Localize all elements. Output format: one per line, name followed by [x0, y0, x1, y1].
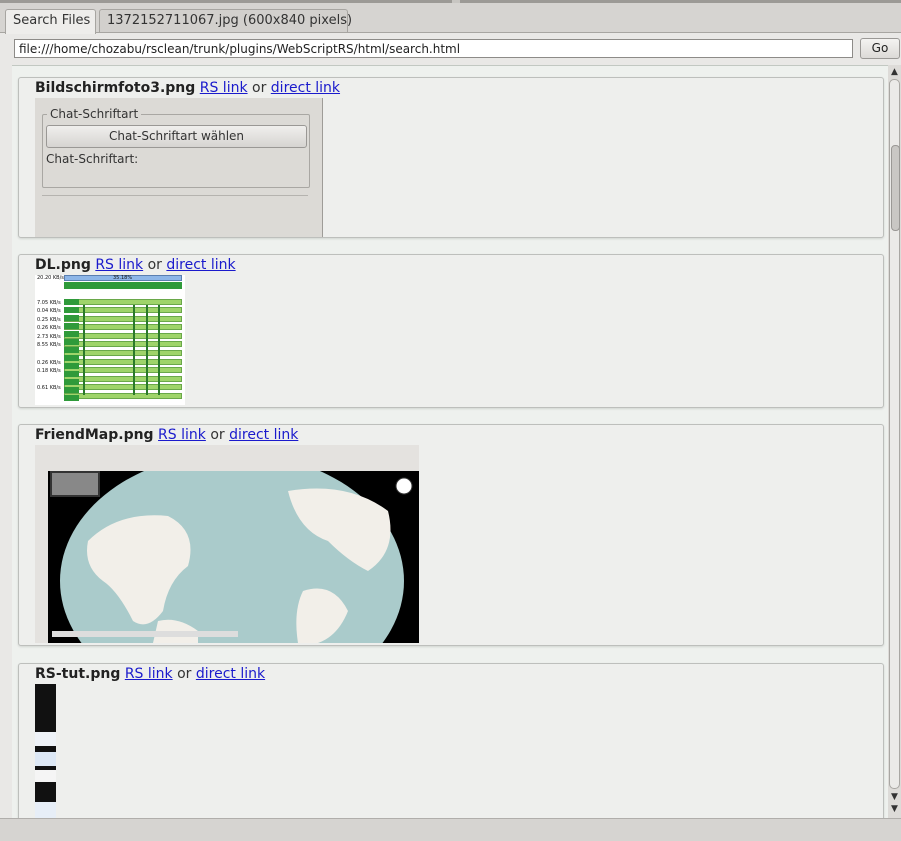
bottom-divider — [0, 818, 901, 819]
scroll-track[interactable] — [889, 79, 900, 789]
thumb-progress-bar — [64, 316, 182, 322]
thumb-rate-label: 0.26 KB/s — [37, 325, 61, 331]
thumb-rate-label: 0.04 KB/s — [37, 308, 61, 314]
tab-search-files[interactable]: Search Files — [5, 9, 96, 34]
thumb-progress-bar — [64, 333, 182, 339]
rs-link[interactable]: RS link — [200, 80, 248, 96]
result-card: DL.png RS link or direct link 20.20 KB/s… — [18, 254, 884, 408]
thumb-progress-bar — [64, 350, 182, 356]
link-separator: or — [252, 80, 267, 96]
direct-link[interactable]: direct link — [271, 80, 340, 96]
result-filename: FriendMap.png — [35, 427, 154, 443]
thumb-progress-bar — [64, 393, 182, 399]
scroll-down-icon[interactable]: ▼ — [888, 791, 901, 803]
thumb-rate-label: 0.61 KB/s — [37, 385, 61, 391]
thumb-chunk-line — [158, 305, 160, 395]
result-title: Bildschirmfoto3.png RS link or direct li… — [35, 80, 340, 96]
link-separator: or — [147, 257, 162, 273]
thumb-rate-label: 7.05 KB/s — [37, 300, 61, 306]
thumb-section — [35, 752, 56, 766]
thumb-section — [35, 802, 56, 819]
tab-bar: Search Files 1372152711067.jpg (600x840 … — [0, 9, 901, 34]
thumb-group-legend: Chat-Schriftart — [47, 107, 142, 121]
scroll-up-icon[interactable]: ▲ — [888, 66, 901, 78]
result-filename: DL.png — [35, 257, 91, 273]
window-top-edge — [0, 0, 901, 3]
thumb-rate-label: 0.18 KB/s — [37, 368, 61, 374]
thumb-chunk-line — [133, 305, 135, 395]
thumb-rate-label: 0.26 KB/s — [37, 360, 61, 366]
result-thumbnail[interactable]: Chat-Schriftart Chat-Schriftart wählen C… — [35, 98, 323, 237]
thumb-rate-label: 2.73 KB/s — [37, 334, 61, 340]
thumb-header-percent: 35.18% — [113, 275, 133, 281]
result-thumbnail[interactable]: 20.20 KB/s 35.18% 7.05 KB/s 0.04 KB/s 0.… — [35, 275, 185, 405]
thumb-progress-bar — [64, 359, 182, 365]
top-edge-segment — [460, 0, 901, 3]
thumb-map — [48, 471, 419, 643]
link-separator: or — [210, 427, 225, 443]
direct-link[interactable]: direct link — [229, 427, 298, 443]
result-thumbnail[interactable] — [35, 684, 56, 819]
thumb-section — [35, 732, 56, 746]
tab-image-preview[interactable]: 1372152711067.jpg (600x840 pixels) — [99, 9, 352, 32]
rs-link[interactable]: RS link — [125, 666, 173, 682]
thumb-progress-bar — [64, 324, 182, 330]
thumb-progress-bar — [64, 299, 182, 305]
thumb-rate-label: 0.25 KB/s — [37, 317, 61, 323]
thumb-progress-bar — [64, 307, 182, 313]
rs-link[interactable]: RS link — [95, 257, 143, 273]
result-filename: Bildschirmfoto3.png — [35, 80, 196, 96]
url-input[interactable] — [14, 39, 853, 58]
thumb-chunk-line — [146, 305, 148, 395]
thumb-progress-bar — [64, 341, 182, 347]
go-button[interactable]: Go — [860, 38, 900, 59]
top-edge-segment — [0, 0, 452, 3]
result-filename: RS-tut.png — [35, 666, 121, 682]
thumb-chunk-line — [83, 305, 85, 395]
result-card: RS-tut.png RS link or direct link — [18, 663, 884, 819]
thumb-section — [35, 770, 56, 782]
thumb-rate-label: 8.55 KB/s — [37, 342, 61, 348]
result-thumbnail[interactable] — [35, 445, 419, 643]
thumb-divider — [42, 195, 308, 196]
direct-link[interactable]: direct link — [196, 666, 265, 682]
direct-link[interactable]: direct link — [166, 257, 235, 273]
link-separator: or — [177, 666, 192, 682]
rs-link[interactable]: RS link — [158, 427, 206, 443]
thumb-progress-bar — [64, 384, 182, 390]
thumb-font-label: Chat-Schriftart: — [46, 152, 139, 166]
result-title: FriendMap.png RS link or direct link — [35, 427, 298, 443]
thumb-progress-bar — [64, 367, 182, 373]
thumb-font-button: Chat-Schriftart wählen — [46, 125, 307, 148]
result-title: RS-tut.png RS link or direct link — [35, 666, 265, 682]
thumb-complete-bar — [64, 282, 182, 289]
thumb-toolbar — [35, 445, 419, 471]
scroll-down-icon[interactable]: ▼ — [888, 803, 901, 815]
result-card: FriendMap.png RS link or direct link — [18, 424, 884, 646]
result-title: DL.png RS link or direct link — [35, 257, 236, 273]
thumb-side-toolbar — [35, 471, 48, 643]
thumb-progress-bar — [64, 376, 182, 382]
web-view[interactable]: Bildschirmfoto3.png RS link or direct li… — [12, 65, 888, 819]
vertical-scrollbar[interactable]: ▲ ▼ ▼ — [888, 65, 901, 818]
thumb-header-rate: 20.20 KB/s — [37, 275, 64, 281]
result-card: Bildschirmfoto3.png RS link or direct li… — [18, 77, 884, 238]
thumb-chunk-column — [64, 299, 79, 402]
window-bottom — [0, 818, 901, 841]
scroll-thumb[interactable] — [891, 145, 900, 231]
